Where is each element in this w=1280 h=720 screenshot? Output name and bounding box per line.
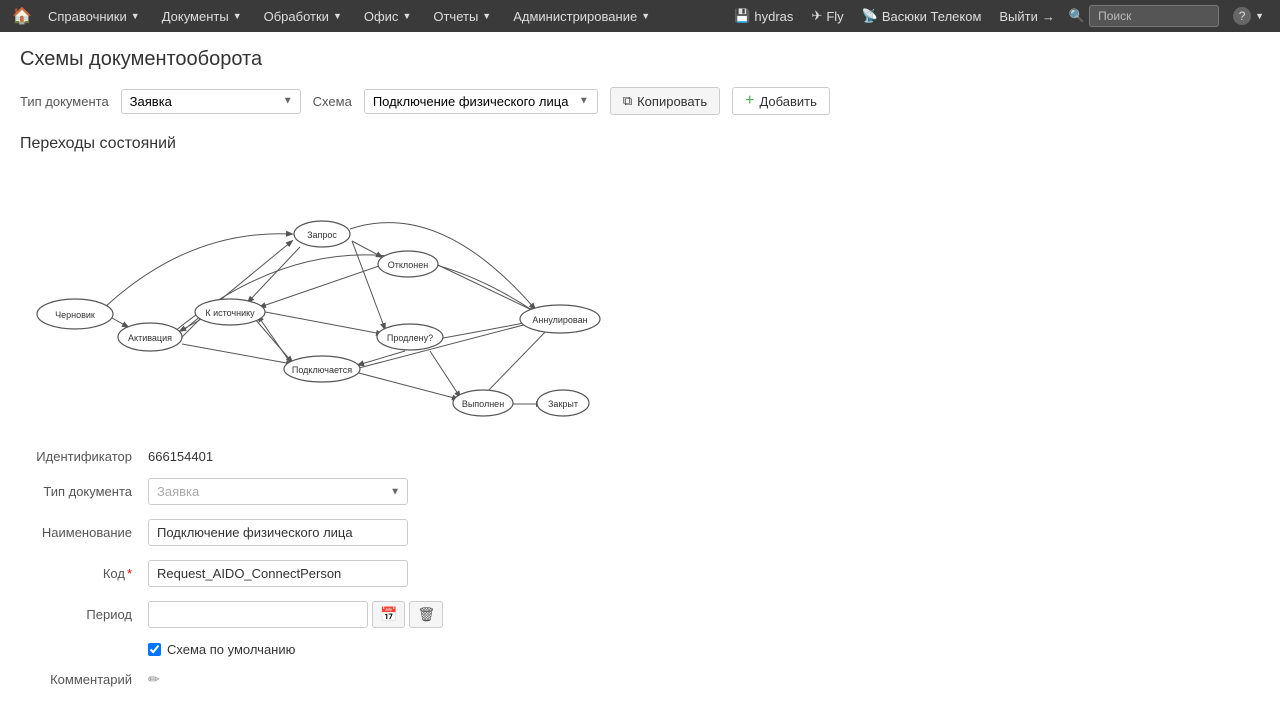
svg-text:Закрыт: Закрыт — [548, 399, 578, 409]
chevron-down-icon: ▼ — [131, 11, 140, 21]
form-comment-label: Комментарий — [20, 672, 140, 687]
form-name-input[interactable] — [148, 519, 408, 546]
form-section: Идентификатор 666154401 Тип документа За… — [20, 449, 1260, 688]
svg-text:Запрос: Запрос — [307, 230, 337, 240]
svg-text:Черновик: Черновик — [55, 310, 95, 320]
svg-text:Подключается: Подключается — [292, 365, 352, 375]
disk-icon: 💾 — [734, 8, 750, 24]
form-code-label: Код — [20, 566, 140, 581]
period-input-group: 📅 🗑 — [148, 601, 443, 628]
svg-text:Выполнен: Выполнен — [462, 399, 504, 409]
chevron-down-icon: ▼ — [233, 11, 242, 21]
page-title: Схемы документооборота — [20, 48, 1260, 71]
doc-type-select-wrap: Заявка ▼ — [121, 89, 301, 114]
graph-svg: Черновик Активация Запрос Отклонен К ист… — [20, 169, 620, 429]
graph-nodes: Черновик Активация Запрос Отклонен К ист… — [37, 221, 600, 416]
telecom-button[interactable]: 📡 Васюки Телеком — [854, 4, 990, 28]
svg-text:Аннулирован: Аннулирован — [532, 315, 587, 325]
svg-text:К источнику: К источнику — [205, 308, 255, 318]
chevron-down-icon: ▼ — [333, 11, 342, 21]
nav-item-office[interactable]: Офис ▼ — [354, 5, 422, 28]
toolbar: Тип документа Заявка ▼ Схема Подключение… — [20, 87, 1260, 115]
nav-item-reports[interactable]: Отчеты ▼ — [423, 5, 501, 28]
clear-date-button[interactable]: 🗑 — [409, 601, 443, 628]
search-input[interactable] — [1089, 5, 1219, 27]
default-schema-row: Схема по умолчанию — [148, 642, 1260, 657]
form-doc-type-select[interactable]: Заявка — [148, 478, 408, 505]
nav-item-references[interactable]: Справочники ▼ — [38, 5, 150, 28]
page-content: Схемы документооборота Тип документа Зая… — [0, 32, 1280, 718]
plus-icon: + — [745, 93, 754, 109]
form-period-row: Период 📅 🗑 — [20, 601, 1260, 628]
form-comment-row: Комментарий ✏ — [20, 671, 1260, 688]
help-icon: ? — [1233, 7, 1251, 25]
schema-select[interactable]: Подключение физического лица — [365, 90, 597, 113]
chevron-down-icon: ▼ — [641, 11, 650, 21]
default-schema-checkbox[interactable] — [148, 643, 161, 656]
search-icon: 🔍 — [1069, 8, 1085, 24]
svg-text:Активация: Активация — [128, 333, 172, 343]
copy-button[interactable]: ⧉ Копировать — [610, 87, 720, 115]
transitions-title: Переходы состояний — [20, 135, 1260, 153]
copy-icon: ⧉ — [623, 93, 632, 109]
form-name-label: Наименование — [20, 525, 140, 540]
nav-item-admin[interactable]: Администрирование ▼ — [503, 5, 660, 28]
top-navigation: 🏠 Справочники ▼ Документы ▼ Обработки ▼ … — [0, 0, 1280, 32]
exit-icon: → — [1042, 9, 1055, 24]
id-value: 666154401 — [148, 449, 213, 464]
default-schema-label[interactable]: Схема по умолчанию — [167, 642, 295, 657]
svg-text:Отклонен: Отклонен — [388, 260, 428, 270]
doc-type-label: Тип документа — [20, 94, 109, 109]
hydras-button[interactable]: 💾 hydras — [726, 4, 801, 28]
svg-text:Продлену?: Продлену? — [387, 333, 433, 343]
form-code-row: Код — [20, 560, 1260, 587]
form-code-input[interactable] — [148, 560, 408, 587]
help-button[interactable]: ? ▼ — [1225, 3, 1272, 29]
form-name-row: Наименование — [20, 519, 1260, 546]
state-graph: Черновик Активация Запрос Отклонен К ист… — [20, 169, 620, 429]
schema-select-wrap: Подключение физического лица ▼ — [364, 89, 598, 114]
nav-item-documents[interactable]: Документы ▼ — [152, 5, 252, 28]
exit-button[interactable]: Выйти → — [991, 5, 1063, 28]
id-row: Идентификатор 666154401 — [20, 449, 1260, 464]
schema-label: Схема — [313, 94, 352, 109]
plane-icon: ✈ — [811, 8, 822, 24]
chevron-down-icon: ▼ — [1255, 11, 1264, 21]
form-doc-type-label: Тип документа — [20, 484, 140, 499]
form-period-input[interactable] — [148, 601, 368, 628]
home-button[interactable]: 🏠 — [8, 2, 36, 30]
telecom-icon: 📡 — [862, 8, 878, 24]
form-doc-type-select-wrap: Заявка ▼ — [148, 478, 408, 505]
add-button[interactable]: + Добавить — [732, 87, 830, 115]
chevron-down-icon: ▼ — [402, 11, 411, 21]
form-period-label: Период — [20, 607, 140, 622]
calendar-button[interactable]: 📅 — [372, 601, 405, 628]
nav-item-processing[interactable]: Обработки ▼ — [254, 5, 352, 28]
fly-button[interactable]: ✈ Fly — [803, 4, 851, 28]
id-label: Идентификатор — [20, 449, 140, 464]
chevron-down-icon: ▼ — [482, 11, 491, 21]
edit-icon[interactable]: ✏ — [148, 671, 160, 688]
doc-type-select[interactable]: Заявка — [121, 89, 301, 114]
form-doc-type-row: Тип документа Заявка ▼ — [20, 478, 1260, 505]
